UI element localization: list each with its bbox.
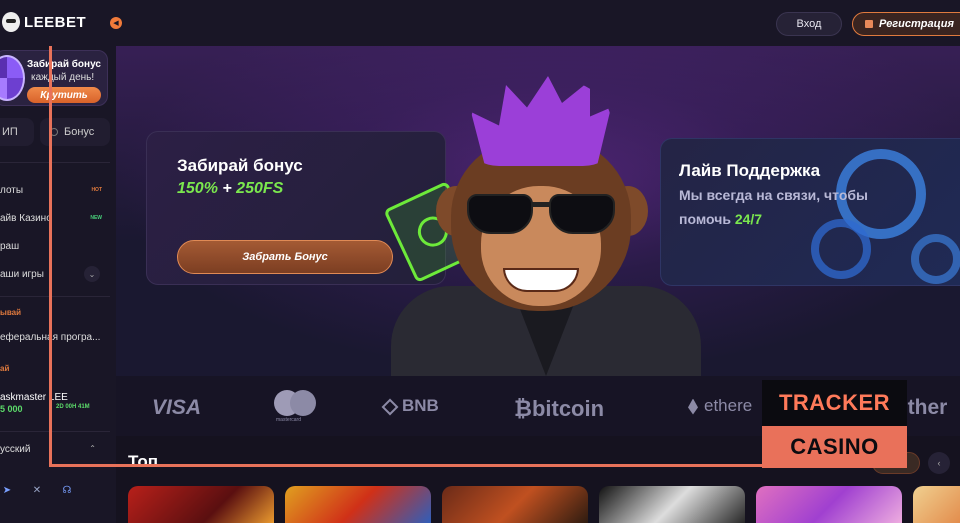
promo-freespins: 250FS — [236, 180, 284, 197]
divider — [0, 162, 110, 163]
live-support-card[interactable]: Лайв Поддержка Мы всегда на связи, чтобы… — [660, 138, 960, 286]
sidebar-item-label: лоты — [0, 184, 24, 196]
overlay-frame-vertical — [49, 46, 52, 467]
bnb-label: BNB — [402, 396, 439, 415]
collapse-sidebar-button[interactable]: ◀ — [110, 17, 122, 29]
ethereum-icon — [688, 398, 698, 415]
login-button[interactable]: Вход — [776, 12, 842, 36]
game-tile[interactable] — [442, 486, 588, 523]
ethereum-logo: ethere — [688, 396, 752, 416]
bonus-label: Бонус — [64, 126, 95, 138]
chevron-left-icon: ◀ — [113, 20, 119, 27]
mascot-hair — [471, 76, 611, 166]
sidebar: Забирай бонус каждый день! Крутить ИП Бо… — [0, 46, 116, 523]
chevron-left-icon: ‹ — [937, 458, 941, 468]
ethereum-label: ethere — [704, 396, 753, 415]
game-tile[interactable] — [128, 486, 274, 523]
fortune-wheel-icon — [0, 55, 25, 101]
game-tile[interactable] — [756, 486, 902, 523]
headset-icon — [811, 219, 871, 279]
language-label: усский — [0, 444, 31, 455]
vip-button[interactable]: ИП — [0, 118, 34, 146]
visa-logo: VISA — [152, 396, 202, 419]
game-tile[interactable] — [913, 486, 960, 523]
logo[interactable]: LEEBET — [2, 12, 86, 32]
sunglasses-icon — [461, 194, 621, 236]
bnb-icon — [381, 398, 399, 416]
monkey-logo-icon — [2, 12, 20, 32]
promo-title: Забирай бонус — [177, 156, 303, 175]
overlay-frame-horizontal — [49, 464, 763, 467]
sidebar-item-label: аши игры — [0, 268, 44, 280]
sidebar-item-live-casino[interactable]: айв Казино NEW — [0, 206, 112, 230]
register-label: Регистрация — [879, 18, 954, 30]
promo-plus: + — [222, 180, 232, 197]
bitcoin-icon: ₿ — [514, 396, 532, 421]
sidebar-item-label: айв Казино — [0, 212, 52, 224]
mascot-smile — [503, 268, 579, 292]
support-hours: 24/7 — [734, 211, 763, 227]
top-games-title: Топ — [128, 452, 158, 471]
x-twitter-icon[interactable]: ✕ — [30, 483, 44, 497]
chevron-down-icon[interactable]: ⌄ — [84, 266, 100, 282]
taskmaster-amount: 5 000 — [0, 404, 23, 414]
language-selector[interactable]: усский ⌃ — [0, 444, 110, 460]
promo-percent: 150% — [177, 180, 218, 197]
spin-button[interactable]: Крутить — [27, 87, 101, 103]
mastercard-logo: mastercard — [274, 390, 318, 424]
wheel-subtitle: каждый день! — [31, 72, 95, 83]
game-tile[interactable] — [599, 486, 745, 523]
sidebar-item-label: раш — [0, 240, 20, 252]
register-button[interactable]: Регистрация — [852, 12, 960, 36]
sidebar-item-referral[interactable]: еферальная програ... — [0, 325, 112, 349]
sidebar-item-crash[interactable]: раш — [0, 234, 112, 258]
top-bar: LEEBET ◀ Вход Регистрация — [0, 0, 960, 46]
promo-offer: 150% + 250FS — [177, 180, 283, 198]
bitcoin-logo: ₿bitcoin — [514, 396, 604, 422]
bonus-wheel-card[interactable]: Забирай бонус каждый день! Крутить — [0, 50, 108, 106]
tracker-watermark: TRACKER — [762, 380, 907, 426]
headset-icon — [911, 234, 960, 284]
telegram-icon[interactable]: ➤ — [0, 483, 14, 497]
taskmaster-name[interactable]: askmaster LEE — [0, 392, 68, 403]
new-badge: NEW — [90, 215, 102, 221]
chevron-up-icon: ⌃ — [89, 444, 96, 453]
wheel-title: Забирай бонус — [27, 59, 101, 70]
hot-badge: HOT — [91, 187, 102, 193]
games-prev-button[interactable]: ‹ — [928, 452, 950, 474]
hero-banner: Забирай бонус 150% + 250FS Забрать Бонус… — [116, 46, 960, 376]
support-chat-icon[interactable]: ☊ — [60, 483, 74, 497]
game-tile[interactable] — [285, 486, 431, 523]
monkey-mascot-image — [391, 76, 701, 376]
casino-watermark: CASINO — [762, 426, 907, 468]
logo-text: LEEBET — [24, 13, 87, 31]
sidebar-item-our-games[interactable]: аши игры ⌄ — [0, 262, 112, 286]
sidebar-item-slots[interactable]: лоты HOT — [0, 178, 112, 202]
support-line-1: Мы всегда на связи, чтобы — [679, 187, 869, 203]
taskmaster-timer: 2D 00H 41M — [56, 404, 90, 410]
bitcoin-label: bitcoin — [531, 396, 605, 421]
section-label: ывай — [0, 308, 22, 317]
section-label: ай — [0, 364, 10, 373]
divider — [0, 296, 110, 297]
divider — [0, 431, 110, 432]
claim-bonus-button[interactable]: Забрать Бонус — [177, 240, 393, 274]
mastercard-label: mastercard — [276, 417, 302, 423]
bnb-logo: BNB — [381, 396, 439, 416]
gift-icon — [865, 20, 873, 28]
